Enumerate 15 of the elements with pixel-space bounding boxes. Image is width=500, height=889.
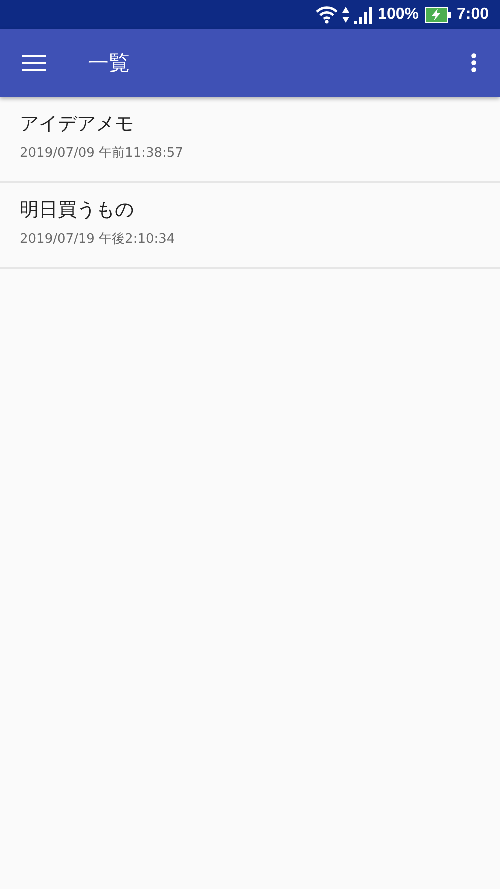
note-timestamp: 2019/07/09 午前11:38:57 (20, 145, 184, 162)
note-title: 明日買うもの (20, 198, 134, 223)
note-timestamp: 2019/07/19 午後2:10:34 (20, 231, 176, 248)
wifi-icon (316, 6, 338, 24)
note-list-item[interactable]: アイデアメモ 2019/07/09 午前11:38:57 (0, 97, 500, 183)
screen-title: 一覧 (88, 50, 130, 77)
note-title: アイデアメモ (20, 112, 134, 137)
menu-icon (22, 54, 46, 72)
more-icon (471, 53, 477, 73)
data-arrows-icon (342, 6, 350, 24)
battery-charging-icon (424, 6, 451, 22)
clock: 7:00 (456, 6, 489, 24)
note-list-item[interactable]: 明日買うもの 2019/07/19 午後2:10:34 (0, 183, 500, 269)
battery-percent: 100% (378, 6, 419, 24)
signal-icon (354, 6, 372, 24)
